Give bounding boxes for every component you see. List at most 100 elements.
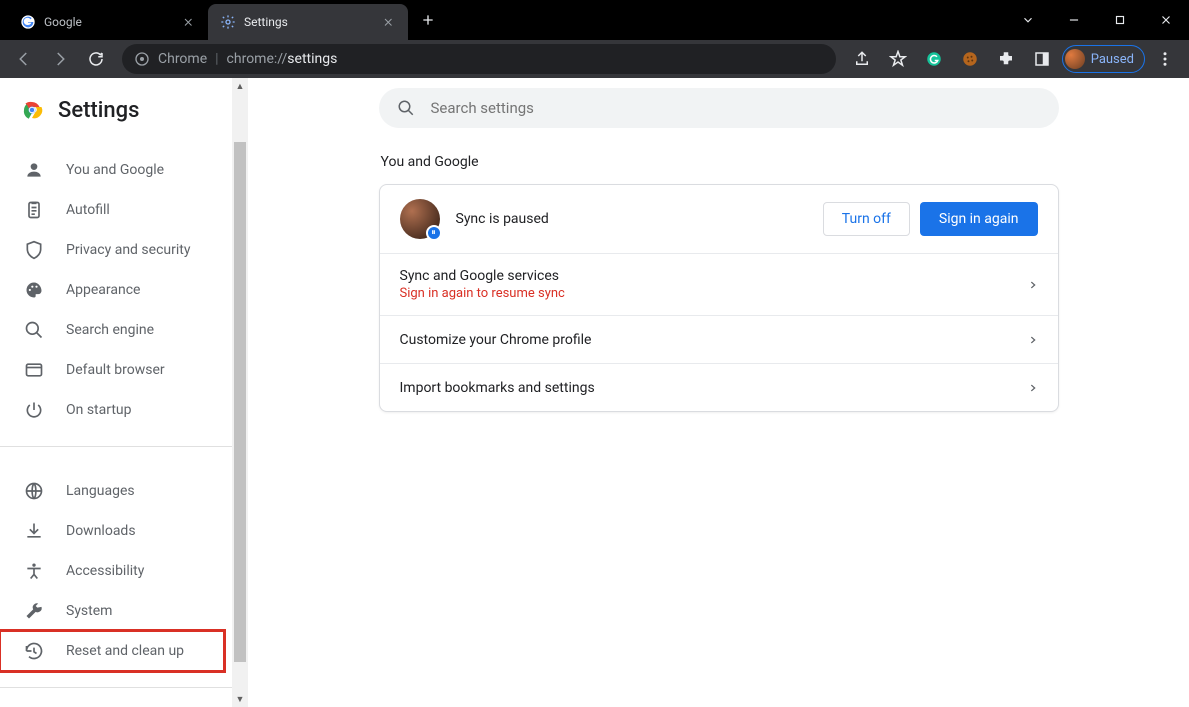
sidebar-item-label: Default browser — [66, 362, 165, 378]
sidebar-item-label: Search engine — [66, 322, 154, 338]
accessibility-icon — [24, 561, 44, 581]
chevron-down-icon[interactable] — [1005, 0, 1051, 40]
back-button[interactable] — [8, 43, 40, 75]
bookmark-icon[interactable] — [882, 43, 914, 75]
sidebar-item-label: System — [66, 603, 112, 619]
autofill-icon — [24, 200, 44, 220]
maximize-button[interactable] — [1097, 0, 1143, 40]
sidebar-item-label: You and Google — [66, 162, 164, 178]
sidebar-header: Settings — [0, 78, 232, 142]
sidebar-item-label: Appearance — [66, 282, 140, 298]
chevron-right-icon — [1028, 383, 1038, 393]
omnibox-url-page: settings — [287, 51, 337, 67]
browser-icon — [24, 360, 44, 380]
download-icon — [24, 521, 44, 541]
sidebar: Settings You and Google Autofill Privacy a… — [0, 78, 248, 707]
scroll-down-icon[interactable]: ▼ — [232, 691, 248, 707]
chrome-logo-icon — [20, 98, 44, 122]
page-content: Settings You and Google Autofill Privacy a… — [0, 78, 1189, 707]
sidebar-item-label: Autofill — [66, 202, 110, 218]
forward-button[interactable] — [44, 43, 76, 75]
site-info-icon[interactable] — [134, 51, 150, 67]
titlebar: Google Settings — [0, 0, 1189, 40]
toolbar: Chrome | chrome://settings Paused — [0, 40, 1189, 78]
restore-icon — [24, 641, 44, 661]
settings-row-import-bookmarks-and-settings[interactable]: Import bookmarks and settings — [380, 363, 1058, 411]
tab-label: Google — [44, 15, 82, 29]
settings-row-customize-your-chrome-profile[interactable]: Customize your Chrome profile — [380, 315, 1058, 363]
avatar — [1065, 49, 1085, 69]
row-subtitle: Sign in again to resume sync — [400, 286, 565, 301]
sidebar-item-privacy-and-security[interactable]: Privacy and security — [0, 230, 224, 270]
menu-icon[interactable] — [1149, 43, 1181, 75]
google-favicon — [20, 14, 36, 30]
row-title: Import bookmarks and settings — [400, 380, 595, 396]
side-panel-icon[interactable] — [1026, 43, 1058, 75]
omnibox-url-prefix: chrome:// — [227, 51, 288, 67]
sidebar-item-reset-and-clean-up[interactable]: Reset and clean up — [0, 631, 224, 671]
share-icon[interactable] — [846, 43, 878, 75]
scrollbar-thumb[interactable] — [234, 142, 246, 662]
search-settings[interactable] — [379, 88, 1059, 128]
tab-settings[interactable]: Settings — [208, 4, 408, 40]
turn-off-button[interactable]: Turn off — [823, 202, 910, 236]
sidebar-item-languages[interactable]: Languages — [0, 471, 224, 511]
main-panel: You and Google ⏸ Sync is paused Turn off… — [248, 78, 1189, 707]
tab-label: Settings — [244, 15, 288, 29]
omnibox[interactable]: Chrome | chrome://settings — [122, 44, 836, 74]
sidebar-item-you-and-google[interactable]: You and Google — [0, 150, 224, 190]
divider — [0, 446, 232, 447]
shield-icon — [24, 240, 44, 260]
extensions-icon[interactable] — [990, 43, 1022, 75]
toolbar-actions: Paused — [846, 43, 1181, 75]
sync-status-text: Sync is paused — [456, 211, 549, 227]
chevron-right-icon — [1028, 280, 1038, 290]
sync-status-row: ⏸ Sync is paused Turn off Sign in again — [380, 185, 1058, 253]
section-heading: You and Google — [379, 154, 1059, 170]
sidebar-item-on-startup[interactable]: On startup — [0, 390, 224, 430]
sidebar-item-downloads[interactable]: Downloads — [0, 511, 224, 551]
minimize-button[interactable] — [1051, 0, 1097, 40]
sidebar-item-label: Accessibility — [66, 563, 144, 579]
sidebar-item-label: On startup — [66, 402, 132, 418]
sidebar-item-default-browser[interactable]: Default browser — [0, 350, 224, 390]
search-icon — [24, 320, 44, 340]
tab-google[interactable]: Google — [8, 4, 208, 40]
sidebar-item-label: Languages — [66, 483, 135, 499]
extension-grammarly-icon[interactable] — [918, 43, 950, 75]
reload-button[interactable] — [80, 43, 112, 75]
row-title: Sync and Google services — [400, 268, 565, 284]
person-icon — [24, 160, 44, 180]
wrench-icon — [24, 601, 44, 621]
sign-in-again-button[interactable]: Sign in again — [920, 202, 1038, 236]
close-window-button[interactable] — [1143, 0, 1189, 40]
sidebar-item-search-engine[interactable]: Search engine — [0, 310, 224, 350]
sidebar-item-accessibility[interactable]: Accessibility — [0, 551, 224, 591]
divider — [0, 687, 232, 688]
row-title: Customize your Chrome profile — [400, 332, 592, 348]
omnibox-chrome-label: Chrome — [158, 51, 207, 67]
profile-avatar: ⏸ — [400, 199, 440, 239]
profile-status: Paused — [1091, 52, 1134, 67]
gear-icon — [220, 14, 236, 30]
power-icon — [24, 400, 44, 420]
settings-row-sync-and-google-services[interactable]: Sync and Google services Sign in again to… — [380, 253, 1058, 315]
sidebar-item-autofill[interactable]: Autofill — [0, 190, 224, 230]
sidebar-item-appearance[interactable]: Appearance — [0, 270, 224, 310]
scrollbar[interactable]: ▲ ▼ — [232, 78, 248, 707]
sync-paused-badge-icon: ⏸ — [426, 225, 442, 241]
scroll-up-icon[interactable]: ▲ — [232, 78, 248, 94]
close-icon[interactable] — [380, 14, 396, 30]
close-icon[interactable] — [180, 14, 196, 30]
sidebar-item-label: Downloads — [66, 523, 136, 539]
tab-strip: Google Settings — [0, 0, 442, 40]
chevron-right-icon — [1028, 335, 1038, 345]
you-and-google-card: ⏸ Sync is paused Turn off Sign in again … — [379, 184, 1059, 412]
new-tab-button[interactable] — [414, 6, 442, 34]
extension-cookie-icon[interactable] — [954, 43, 986, 75]
profile-button[interactable]: Paused — [1062, 45, 1145, 73]
globe-icon — [24, 481, 44, 501]
search-input[interactable] — [431, 99, 1041, 117]
window-controls — [1005, 0, 1189, 40]
sidebar-item-system[interactable]: System — [0, 591, 224, 631]
